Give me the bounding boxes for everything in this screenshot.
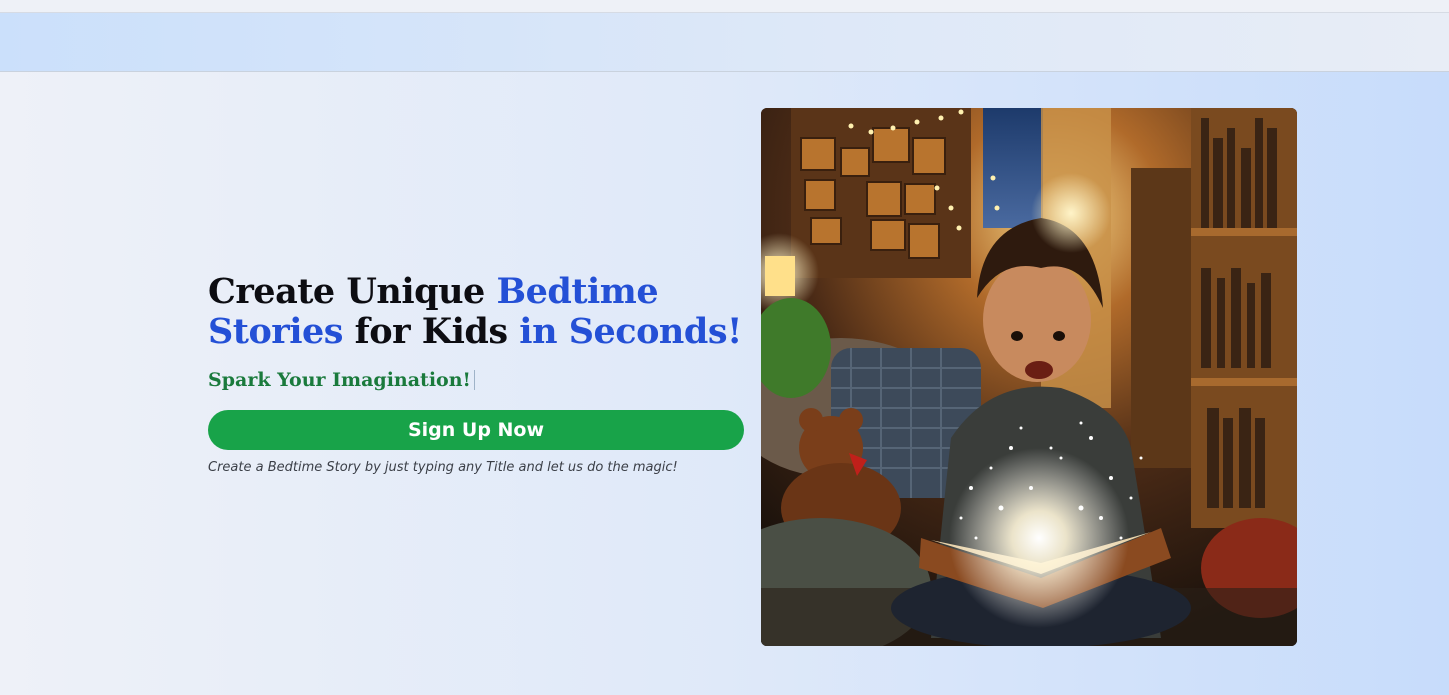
typing-cursor — [473, 370, 475, 390]
headline-part5: in Seconds! — [519, 311, 742, 352]
browser-top-strip — [0, 0, 1449, 13]
headline-part1: Create Unique — [208, 271, 497, 312]
hero-image — [761, 108, 1297, 646]
hero-text: Create Unique Bedtime Stories for Kids in… — [208, 272, 748, 475]
headline-part3: Stories — [208, 311, 344, 352]
headline-part4: for Kids — [343, 311, 520, 352]
subheadline: Spark Your Imagination! — [208, 368, 748, 392]
headline: Create Unique Bedtime Stories for Kids in… — [208, 272, 748, 352]
caption: Create a Bedtime Story by just typing an… — [208, 460, 678, 475]
headline-part2: Bedtime — [496, 271, 659, 312]
navbar — [0, 13, 1449, 72]
subheadline-text: Spark Your Imagination! — [208, 369, 471, 391]
sign-up-button[interactable]: Sign Up Now — [208, 410, 744, 450]
